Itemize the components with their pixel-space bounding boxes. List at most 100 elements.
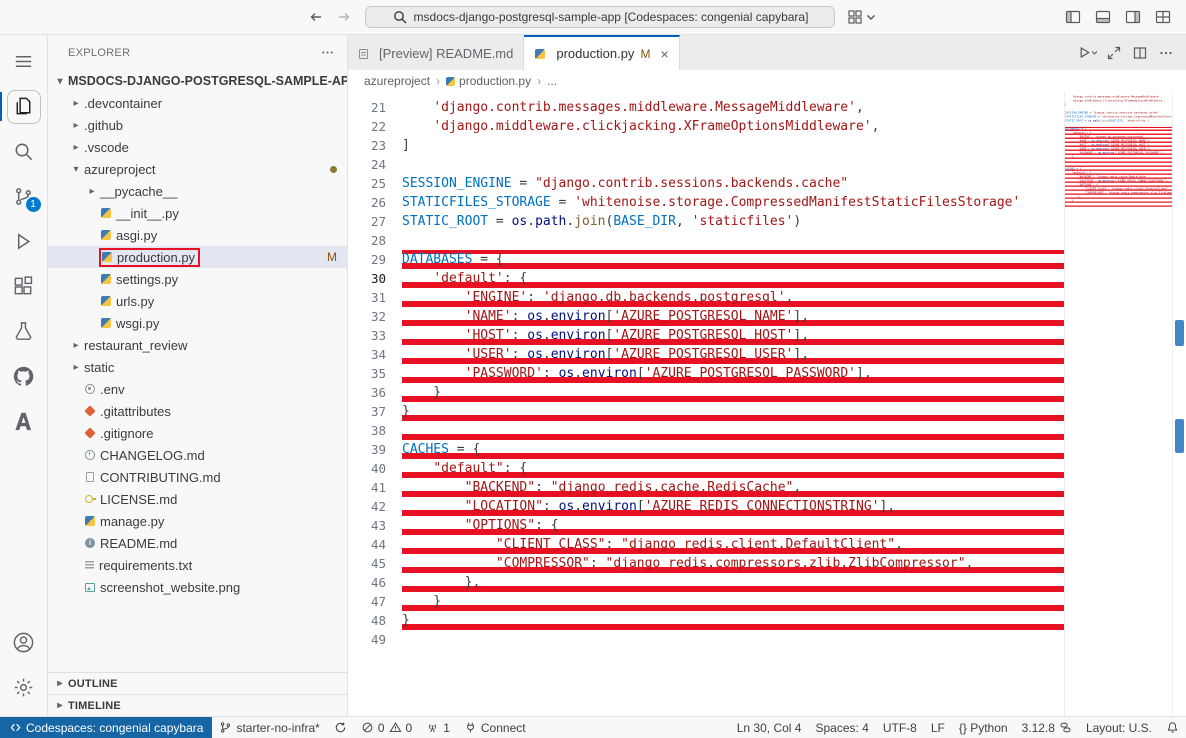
code-line-46[interactable]: 46 }, [348,573,1064,592]
code-line-32[interactable]: 32 'NAME': os.environ['AZURE_POSTGRESQL_… [348,307,1064,326]
code-line-48[interactable]: 48} [348,611,1064,630]
tree-item-screenshot-website-png[interactable]: screenshot_website.png [48,576,347,598]
connect-button[interactable]: Connect [457,717,533,738]
run-debug-view-button[interactable] [0,219,48,264]
open-changes-button[interactable] [1102,41,1126,65]
minimap[interactable]: 'django.contrib.messages.middleware.Mess… [1064,92,1172,716]
tree-item-contributing-md[interactable]: CONTRIBUTING.md [48,466,347,488]
tree-item-static[interactable]: ▸static [48,356,347,378]
customize-layout-button[interactable] [1150,5,1176,29]
testing-view-button[interactable] [0,309,48,354]
code-line-44[interactable]: 44 "CLIENT_CLASS": "django_redis.client.… [348,535,1064,554]
tree-item-devcontainer[interactable]: ▸.devcontainer [48,92,347,114]
breadcrumb-item[interactable]: azureproject [364,74,430,88]
tree-item-restaurant-review[interactable]: ▸restaurant_review [48,334,347,356]
code-line-37[interactable]: 37} [348,402,1064,421]
code-line-36[interactable]: 36 } [348,383,1064,402]
code-line-28[interactable]: 28 [348,231,1064,250]
tree-item-production-py[interactable]: production.pyM [48,246,347,268]
more-actions-icon[interactable] [320,45,335,60]
more-actions-button[interactable] [1154,41,1178,65]
tree-item-init-py[interactable]: __init__.py [48,202,347,224]
code-line-26[interactable]: 26STATICFILES_STORAGE = 'whitenoise.stor… [348,193,1064,212]
indentation-status[interactable]: Spaces: 4 [808,717,875,738]
code-line-21[interactable]: 21 'django.contrib.messages.middleware.M… [348,98,1064,117]
back-button[interactable] [303,5,329,29]
settings-button[interactable] [0,665,48,710]
menu-button[interactable] [0,39,48,84]
code-line-42[interactable]: 42 "LOCATION": os.environ['AZURE_REDIS_C… [348,497,1064,516]
toggle-sidebar-button[interactable] [1060,5,1086,29]
code-line-40[interactable]: 40 "default": { [348,459,1064,478]
run-python-file-button[interactable] [1076,41,1100,65]
tree-item-env[interactable]: .env [48,378,347,400]
code-line-33[interactable]: 33 'HOST': os.environ['AZURE_POSTGRESQL_… [348,326,1064,345]
code-line-38[interactable]: 38 [348,421,1064,440]
interpreter-status[interactable]: 3.12.8 [1015,717,1079,738]
tree-item-wsgi-py[interactable]: wsgi.py [48,312,347,334]
overview-ruler[interactable] [1172,92,1186,716]
eol-status[interactable]: LF [924,717,952,738]
git-branch-status[interactable]: starter-no-infra* [212,717,326,738]
tree-item-changelog-md[interactable]: CHANGELOG.md [48,444,347,466]
code-line-30[interactable]: 30 'default': { [348,269,1064,288]
source-control-view-button[interactable]: 1 [0,174,48,219]
encoding-status[interactable]: UTF-8 [876,717,924,738]
tree-item-github[interactable]: ▸.github [48,114,347,136]
ports-status[interactable]: 1 [419,717,457,738]
extensions-view-button[interactable] [0,264,48,309]
tree-item-readme-md[interactable]: README.md [48,532,347,554]
cursor-position-status[interactable]: Ln 30, Col 4 [730,717,809,738]
search-view-button[interactable] [0,129,48,174]
forward-button[interactable] [331,5,357,29]
command-center-search[interactable]: msdocs-django-postgresql-sample-app [Cod… [365,6,835,28]
tree-item-requirements-txt[interactable]: requirements.txt [48,554,347,576]
tree-item-urls-py[interactable]: urls.py [48,290,347,312]
code-line-34[interactable]: 34 'USER': os.environ['AZURE_POSTGRESQL_… [348,345,1064,364]
keyboard-layout-status[interactable]: Layout: U.S. [1079,717,1159,738]
code-line-39[interactable]: 39CACHES = { [348,440,1064,459]
codespaces-menu-button[interactable] [843,5,883,29]
notifications-button[interactable] [1159,717,1186,738]
breadcrumb-item[interactable]: ... [547,74,557,88]
tree-item-msdocs-django-postgresql-sample-app[interactable]: ▾MSDOCS-DJANGO-POSTGRESQL-SAMPLE-APP... [48,70,347,92]
tab-readme-preview[interactable]: [Preview] README.md [348,35,524,70]
github-view-button[interactable] [0,354,48,399]
tab-production-py[interactable]: production.pyM× [524,35,679,70]
section-outline[interactable]: ▸OUTLINE [48,672,347,694]
tree-item-pycache[interactable]: ▸__pycache__ [48,180,347,202]
tree-item-vscode[interactable]: ▸.vscode [48,136,347,158]
code-line-22[interactable]: 22 'django.middleware.clickjacking.XFram… [348,117,1064,136]
tree-item-asgi-py[interactable]: asgi.py [48,224,347,246]
toggle-secondary-sidebar-button[interactable] [1120,5,1146,29]
code-line-43[interactable]: 43 "OPTIONS": { [348,516,1064,535]
tree-item-license-md[interactable]: LICENSE.md [48,488,347,510]
language-status[interactable]: {} Python [952,717,1015,738]
accounts-button[interactable] [0,620,48,665]
tree-item-gitignore[interactable]: .gitignore [48,422,347,444]
section-timeline[interactable]: ▸TIMELINE [48,694,347,716]
remote-indicator[interactable]: Codespaces: congenial capybara [0,717,212,738]
sync-changes-button[interactable] [327,717,354,738]
code-line-35[interactable]: 35 'PASSWORD': os.environ['AZURE_POSTGRE… [348,364,1064,383]
tree-item-azureproject[interactable]: ▾azureproject [48,158,347,180]
code-line-31[interactable]: 31 'ENGINE': 'django.db.backends.postgre… [348,288,1064,307]
tree-item-settings-py[interactable]: settings.py [48,268,347,290]
azure-view-button[interactable] [0,399,48,444]
toggle-panel-button[interactable] [1090,5,1116,29]
breadcrumb-item[interactable]: production.py [446,74,531,88]
tree-item-manage-py[interactable]: manage.py [48,510,347,532]
code-line-45[interactable]: 45 "COMPRESSOR": "django_redis.compresso… [348,554,1064,573]
code-line-25[interactable]: 25SESSION_ENGINE = "django.contrib.sessi… [348,174,1064,193]
code-line-23[interactable]: 23] [348,136,1064,155]
code-editor[interactable]: 21 'django.contrib.messages.middleware.M… [348,92,1064,716]
code-line-27[interactable]: 27STATIC_ROOT = os.path.join(BASE_DIR, '… [348,212,1064,231]
problems-status[interactable]: 00 [354,717,419,738]
code-line-49[interactable]: 49 [348,630,1064,649]
split-editor-button[interactable] [1128,41,1152,65]
code-line-29[interactable]: 29DATABASES = { [348,250,1064,269]
code-line-24[interactable]: 24 [348,155,1064,174]
code-line-41[interactable]: 41 "BACKEND": "django_redis.cache.RedisC… [348,478,1064,497]
close-icon[interactable]: × [660,46,668,62]
tree-item-gitattributes[interactable]: .gitattributes [48,400,347,422]
